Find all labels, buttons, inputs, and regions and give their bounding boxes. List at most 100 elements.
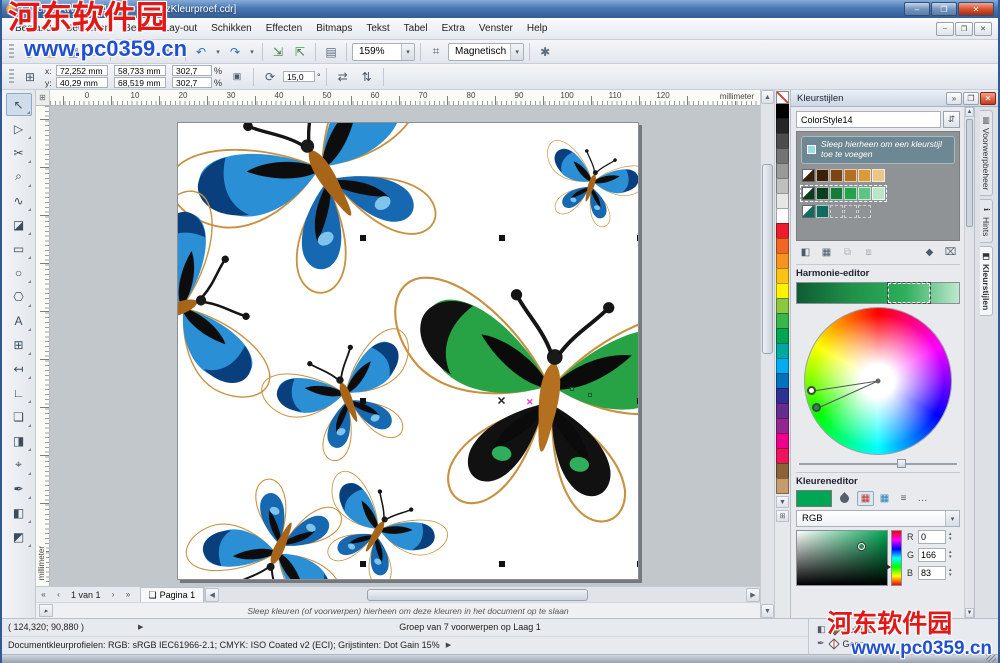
menu-bitmaps[interactable]: Bitmaps: [309, 20, 359, 37]
harmony-group[interactable]: [801, 204, 872, 219]
object-height-field[interactable]: 68,519 mm: [114, 77, 166, 88]
stepper-icon[interactable]: ▴▾: [949, 568, 952, 578]
undo-dropdown-icon[interactable]: ▾: [213, 42, 223, 62]
outline-pen-tool[interactable]: ✒: [6, 477, 32, 500]
docker-collapse-icon[interactable]: »: [946, 92, 962, 105]
color-style-swatch[interactable]: [830, 187, 843, 200]
eyedropper-tool[interactable]: ⌖: [6, 453, 32, 476]
mirror-horizontal-icon[interactable]: ⇄: [332, 66, 354, 88]
harmony-editor-header[interactable]: Harmonie-editor: [796, 264, 960, 279]
menu-venster[interactable]: Venster: [472, 20, 520, 37]
rectangle-tool[interactable]: ▭: [6, 237, 32, 260]
palette-swatch[interactable]: [776, 193, 789, 209]
docker-tab-kleurstijlen[interactable]: ◧Kleurstijlen: [980, 246, 993, 316]
close-button[interactable]: ✕: [958, 2, 994, 16]
chevron-down-icon[interactable]: ▾: [510, 44, 523, 60]
harmony-selected-segment[interactable]: [888, 283, 930, 303]
color-model-select[interactable]: RGB ▾: [796, 510, 960, 527]
open-icon[interactable]: ▨: [41, 42, 61, 62]
object-position-icon[interactable]: ⊞: [19, 66, 41, 88]
more-options-icon[interactable]: …: [914, 491, 931, 506]
color-style-swatch[interactable]: [844, 169, 857, 182]
export-icon[interactable]: ⇱: [290, 42, 310, 62]
zoom-level-combo[interactable]: 159% ▾: [352, 43, 415, 61]
drawing-page[interactable]: ✕ ✕: [177, 122, 639, 580]
menu-schikken[interactable]: Schikken: [204, 20, 259, 37]
harmony-group[interactable]: [801, 186, 886, 201]
palette-swatch[interactable]: [776, 478, 789, 494]
menu-help[interactable]: Help: [520, 20, 555, 37]
page-tab[interactable]: ❏ Pagina 1: [140, 587, 205, 602]
connector-tool[interactable]: ∟: [6, 381, 32, 404]
color-style-swatch[interactable]: [872, 187, 885, 200]
scroll-up-icon[interactable]: ▲: [965, 107, 974, 117]
butterfly-blue[interactable]: [257, 324, 439, 477]
toolbar-grip[interactable]: [9, 69, 14, 85]
docker-scroll-track[interactable]: [965, 117, 974, 608]
horizontal-scroll-thumb[interactable]: [367, 589, 588, 601]
palette-swatch[interactable]: [776, 163, 789, 179]
dimension-tool[interactable]: ↤: [6, 357, 32, 380]
node-marker[interactable]: [588, 393, 592, 397]
palette-swatch[interactable]: [776, 223, 789, 239]
palette-swatch[interactable]: [776, 133, 789, 149]
brightness-slider-thumb[interactable]: [897, 459, 906, 468]
stepper-icon[interactable]: ▴▾: [949, 550, 952, 560]
color-mixer-icon[interactable]: ▦: [876, 491, 893, 506]
scale-y-field[interactable]: 302,7: [172, 77, 212, 88]
fill-status-row[interactable]: ◧ Vulkleur: [817, 624, 990, 635]
hue-bar[interactable]: [891, 530, 902, 586]
docker-scroll-thumb[interactable]: [966, 119, 973, 227]
zoom-tool[interactable]: ⌕: [6, 165, 32, 188]
palette-swatch[interactable]: [776, 268, 789, 284]
saturation-value-picker[interactable]: [796, 530, 888, 586]
color-wheel[interactable]: [804, 307, 952, 455]
application-launcher-icon[interactable]: ▤: [321, 42, 341, 62]
palette-swatch[interactable]: [776, 208, 789, 224]
scroll-down-icon[interactable]: ▼: [761, 604, 774, 618]
palette-swatch[interactable]: [776, 433, 789, 449]
cut-icon[interactable]: ✂: [116, 42, 136, 62]
chevron-down-icon[interactable]: ▾: [401, 44, 414, 60]
palette-swatch[interactable]: [776, 313, 789, 329]
menu-bestand[interactable]: Bestand: [8, 20, 59, 37]
print-icon[interactable]: ⎙: [85, 42, 105, 62]
redo-dropdown-icon[interactable]: ▾: [247, 42, 257, 62]
palette-swatch[interactable]: [776, 418, 789, 434]
options-icon[interactable]: ✱: [535, 42, 555, 62]
style-sort-icon[interactable]: ⇵: [943, 111, 960, 128]
resize-grip[interactable]: [986, 655, 996, 662]
first-page-button[interactable]: «: [36, 588, 51, 602]
palette-swatch[interactable]: [776, 298, 789, 314]
channel-input[interactable]: 166: [918, 548, 946, 562]
smart-fill-tool[interactable]: ◪: [6, 213, 32, 236]
palette-flyout-more-icon[interactable]: ⊞: [776, 510, 789, 522]
harmony-handle[interactable]: [807, 386, 816, 395]
canvas[interactable]: ✕ ✕: [50, 106, 760, 586]
vertical-scroll-thumb[interactable]: [762, 164, 773, 354]
color-style-swatch[interactable]: [816, 169, 829, 182]
harmony-group[interactable]: [801, 168, 886, 183]
color-slider-icon[interactable]: ≡: [895, 491, 912, 506]
ellipse-tool[interactable]: ○: [6, 261, 32, 284]
scroll-down-icon[interactable]: ▼: [965, 608, 974, 618]
palette-swatch[interactable]: [776, 463, 789, 479]
docker-scrollbar[interactable]: ▲ ▼: [964, 107, 974, 618]
polygon-tool[interactable]: ⎔: [6, 285, 32, 308]
paste-icon[interactable]: ⎗: [160, 42, 180, 62]
butterfly-green[interactable]: [370, 273, 639, 535]
unlink-harmony-icon[interactable]: ⧈: [859, 244, 878, 261]
menu-tekst[interactable]: Tekst: [359, 20, 396, 37]
butterfly-blue[interactable]: [530, 138, 639, 237]
palette-swatch[interactable]: [776, 178, 789, 194]
butterfly-blue[interactable]: [178, 185, 276, 436]
table-tool[interactable]: ⊞: [6, 333, 32, 356]
menu-effecten[interactable]: Effecten: [259, 20, 310, 37]
import-icon[interactable]: ⇲: [268, 42, 288, 62]
scroll-right-icon[interactable]: ▶: [746, 588, 760, 602]
copy-icon[interactable]: ⧉: [138, 42, 158, 62]
palette-swatch[interactable]: [776, 343, 789, 359]
vertical-ruler[interactable]: millimeter: [36, 106, 50, 586]
butterfly-blue[interactable]: [181, 459, 380, 580]
new-color-style-icon[interactable]: ◧: [796, 244, 815, 261]
